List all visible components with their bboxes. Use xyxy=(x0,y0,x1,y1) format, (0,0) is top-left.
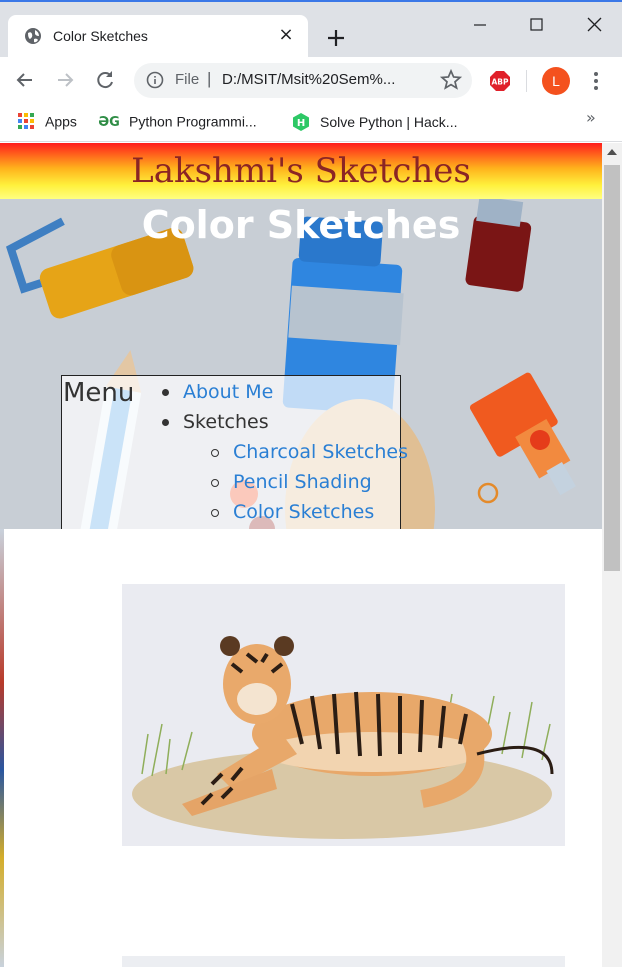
browser-toolbar: File | D:/MSIT/Msit%20Sem%... xyxy=(0,57,622,104)
info-icon[interactable] xyxy=(146,71,164,89)
tab-title: Color Sketches xyxy=(53,28,148,44)
svg-text:ABP: ABP xyxy=(491,78,509,87)
page-heading: Color Sketches xyxy=(141,203,461,247)
hero-banner: Color Sketches Menu About Me Sketches Ch… xyxy=(0,199,602,529)
menu-link[interactable]: About Me xyxy=(183,381,273,403)
bookmark-label: Apps xyxy=(45,113,77,130)
submenu-link[interactable]: Charcoal Sketches xyxy=(233,441,408,463)
url-separator: | xyxy=(207,69,212,88)
bookmark-label: Python Programmi... xyxy=(129,113,257,130)
scrollbar-thumb[interactable] xyxy=(604,165,620,571)
bookmark-label: Solve Python | Hack... xyxy=(320,114,458,130)
bookmarks-overflow-button[interactable]: » xyxy=(586,108,596,127)
svg-text:H: H xyxy=(297,118,305,129)
submenu-link[interactable]: Color Sketches xyxy=(233,501,374,523)
bullet-circle-icon xyxy=(211,449,219,457)
submenu-item-pencil-shading[interactable]: Pencil Shading xyxy=(170,470,408,500)
bullet-disc-icon xyxy=(162,389,169,396)
gallery-content xyxy=(4,529,602,967)
tiger-sketch-image xyxy=(122,584,565,846)
menu-item-about-me[interactable]: About Me xyxy=(162,380,408,410)
submenu-item-color-sketches[interactable]: Color Sketches xyxy=(170,500,408,529)
next-sketch-image xyxy=(122,956,565,967)
close-icon[interactable] xyxy=(572,10,616,40)
page-scrollbar[interactable] xyxy=(602,143,622,967)
tab-strip: Color Sketches × xyxy=(0,0,622,59)
background-edge xyxy=(0,529,4,967)
back-arrow-icon[interactable] xyxy=(12,67,38,93)
bookmark-python-programming[interactable]: ƏG Python Programmi... xyxy=(99,112,257,132)
minimize-icon[interactable] xyxy=(458,10,502,40)
maximize-icon[interactable] xyxy=(514,10,558,40)
tab-close-button[interactable]: × xyxy=(274,23,298,47)
adblock-icon[interactable]: ABP xyxy=(489,70,511,92)
bullet-disc-icon xyxy=(162,419,169,426)
active-tab[interactable]: Color Sketches × xyxy=(8,15,308,59)
submenu-link[interactable]: Pencil Shading xyxy=(233,471,372,493)
star-icon[interactable] xyxy=(439,68,463,92)
bookmark-hackerrank[interactable]: H Solve Python | Hack... xyxy=(292,112,457,132)
menu-item-sketches: Sketches xyxy=(162,410,408,440)
site-title: Lakshmi's Sketches xyxy=(131,151,471,191)
bookmark-apps[interactable]: Apps xyxy=(17,112,77,132)
menu-list: About Me Sketches Charcoal Sketches Penc… xyxy=(162,380,408,529)
hackerrank-icon: H xyxy=(293,113,309,131)
svg-text:ƏG: ƏG xyxy=(99,115,119,128)
bullet-circle-icon xyxy=(211,479,219,487)
plus-icon[interactable] xyxy=(322,24,350,52)
bullet-circle-icon xyxy=(211,509,219,517)
toolbar-divider xyxy=(526,70,527,92)
forward-arrow-icon[interactable] xyxy=(52,67,78,93)
more-vert-icon[interactable] xyxy=(584,67,608,95)
submenu-item-charcoal-sketches[interactable]: Charcoal Sketches xyxy=(170,440,408,470)
url-text[interactable]: D:/MSIT/Msit%20Sem%... xyxy=(222,71,422,88)
navigation-menu: Menu About Me Sketches Charcoal Sketches… xyxy=(61,375,408,529)
gfg-icon: ƏG xyxy=(99,115,119,128)
menu-title: Menu xyxy=(63,378,135,408)
page-viewport: Lakshmi's Sketches Color Sketches Menu A… xyxy=(0,143,602,967)
globe-icon xyxy=(25,28,41,44)
menu-label: Sketches xyxy=(183,411,269,433)
address-bar[interactable]: File | D:/MSIT/Msit%20Sem%... xyxy=(134,63,472,98)
scroll-up-arrow-icon[interactable] xyxy=(607,149,617,155)
reload-icon[interactable] xyxy=(92,67,118,93)
site-header: Lakshmi's Sketches xyxy=(0,143,602,199)
bookmarks-bar: Apps ƏG Python Programmi... H Solve Pyth… xyxy=(0,104,622,142)
url-scheme-label: File xyxy=(175,71,200,88)
apps-grid-icon xyxy=(18,113,34,130)
profile-avatar[interactable]: L xyxy=(542,67,570,95)
